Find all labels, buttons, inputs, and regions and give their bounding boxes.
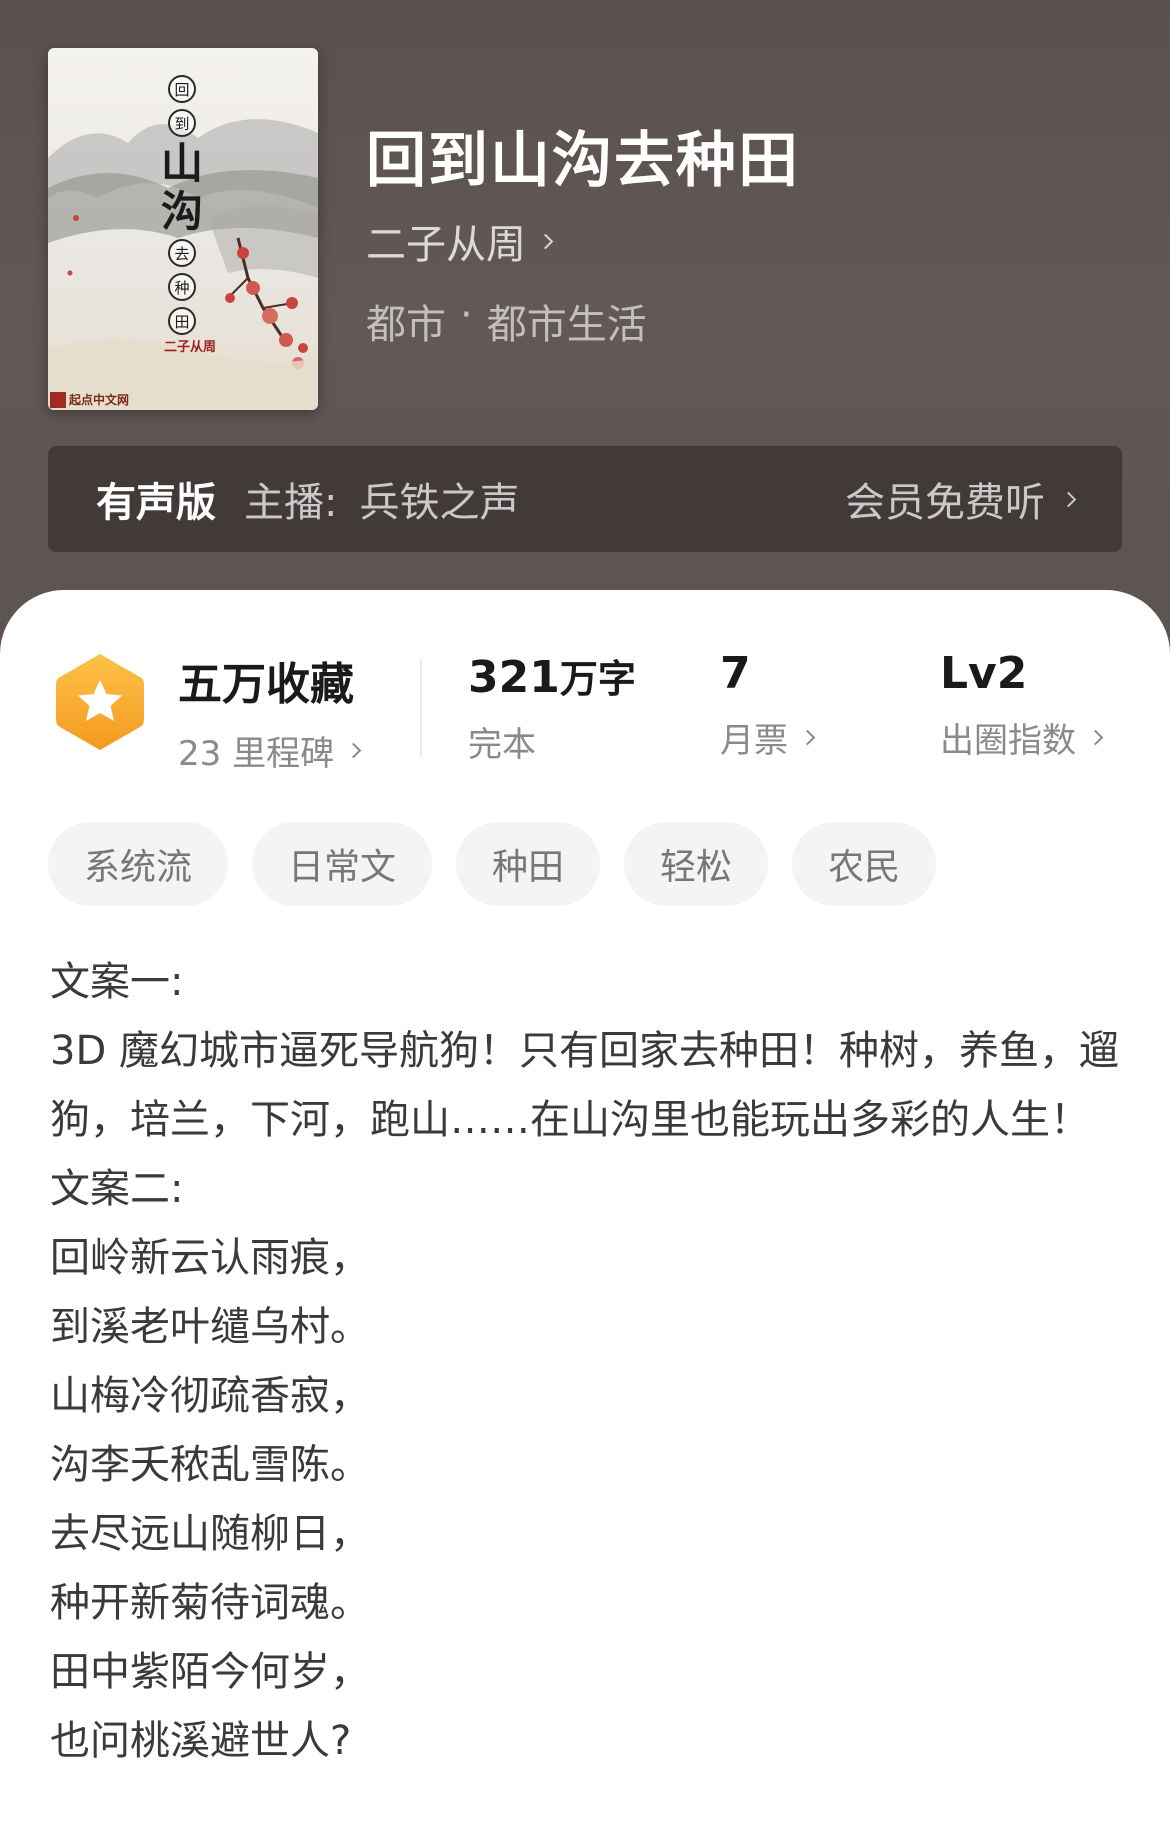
description-line: 田中紫陌今何岁， [50, 1649, 370, 1695]
tag-list: 系统流 日常文 种田 轻松 农民 [48, 822, 937, 906]
book-header: 回 到 山 沟 去 种 田 二子从周 起点中文网 回到山沟去种田 二子从周 都市… [0, 0, 1170, 640]
audio-host-label: 主播: [244, 480, 338, 526]
cover-char: 沟 [160, 187, 203, 236]
chevron-right-icon [1087, 729, 1104, 746]
description-line: 种开新菊待词魂。 [50, 1580, 370, 1626]
description-line: 回岭新云认雨痕， [50, 1235, 370, 1281]
chevron-right-icon [799, 729, 816, 746]
book-description[interactable]: 文案一: 3D 魔幻城市逼死导航狗！只有回家去种田！种树，养鱼，遛狗，培兰，下河… [50, 948, 1130, 1776]
subgenre[interactable]: 都市生活 [487, 292, 647, 350]
completion-status: 完本 [468, 717, 636, 766]
description-line: 沟李夭秾乱雪陈。 [50, 1442, 370, 1488]
description-line: 文案二: [50, 1166, 184, 1212]
cover-title: 回 到 山 沟 去 种 田 [160, 72, 204, 338]
word-count-stat: 321万字 完本 [468, 648, 636, 766]
author-name: 二子从周 [366, 222, 526, 268]
cover-char: 回 [168, 75, 196, 103]
word-count-number: 321 [468, 652, 560, 703]
cover-char: 田 [168, 307, 196, 335]
publisher-seal-icon [50, 391, 66, 408]
collections-count: 五万收藏 [178, 659, 354, 710]
level-label: 出圈指数 [940, 721, 1076, 761]
word-count-unit: 万字 [559, 657, 636, 701]
book-title: 回到山沟去种田 [366, 126, 800, 196]
cover-char: 到 [168, 109, 196, 137]
description-line: 也问桃溪避世人? [50, 1718, 352, 1764]
monthly-votes-link[interactable]: 月票 [720, 713, 816, 762]
genre-separator: · [460, 292, 473, 338]
monthly-votes-stat[interactable]: 7 月票 [720, 648, 816, 762]
tag[interactable]: 种田 [456, 822, 601, 906]
description-line: 文案一: [50, 959, 184, 1005]
description-line: 到溪老叶缱乌村。 [50, 1304, 370, 1350]
milestones-link[interactable]: 23 里程碑 [178, 726, 362, 775]
genre[interactable]: 都市 [366, 292, 446, 350]
chevron-right-icon [1060, 491, 1077, 507]
audio-label: 有声版 [96, 480, 216, 526]
cover-char: 种 [168, 273, 196, 301]
word-count: 321万字 [468, 648, 636, 703]
description-line: 3D 魔幻城市逼死导航狗！只有回家去种田！种树，养鱼，遛狗，培兰，下河，跑山……… [50, 1028, 1119, 1143]
status-label: 完本 [468, 725, 536, 765]
level-link[interactable]: 出圈指数 [940, 713, 1104, 762]
level-value: Lv2 [940, 648, 1028, 699]
star-badge-icon [52, 650, 148, 758]
description-line: 山梅冷彻疏香寂， [50, 1373, 370, 1419]
chevron-right-icon [537, 233, 554, 249]
milestones-label: 23 里程碑 [178, 734, 335, 774]
member-free-listen-button[interactable]: 会员免费听 [845, 470, 1077, 528]
audio-version-bar[interactable]: 有声版 主播: 兵铁之声 会员免费听 [48, 446, 1122, 552]
genre-row: 都市 · 都市生活 [366, 292, 647, 350]
stats-divider [420, 658, 422, 758]
cover-publisher: 起点中文网 [50, 391, 129, 408]
monthly-votes-count: 7 [720, 648, 751, 699]
cover-char: 山 [160, 139, 203, 188]
cover-author: 二子从周 [164, 340, 217, 355]
level-stat[interactable]: Lv2 出圈指数 [940, 648, 1104, 762]
author-link[interactable]: 二子从周 [366, 212, 554, 270]
audio-host-name: 兵铁之声 [359, 480, 520, 526]
monthly-votes-label: 月票 [720, 721, 788, 761]
tag[interactable]: 农民 [792, 822, 937, 906]
description-line: 去尽远山随柳日， [50, 1511, 370, 1557]
chevron-right-icon [345, 742, 362, 759]
book-detail-sheet: 五万收藏 23 里程碑 321万字 完本 7 月票 Lv2 出圈指数 系统流 日… [0, 590, 1170, 1834]
book-cover[interactable]: 回 到 山 沟 去 种 田 二子从周 起点中文网 [48, 48, 318, 410]
collections-stat[interactable]: 五万收藏 23 里程碑 [178, 648, 362, 775]
cover-char: 去 [168, 239, 196, 267]
tag[interactable]: 日常文 [252, 822, 433, 906]
tag[interactable]: 系统流 [48, 822, 229, 906]
member-free-listen-label: 会员免费听 [845, 480, 1045, 526]
cover-publisher-name: 起点中文网 [69, 393, 130, 407]
tag[interactable]: 轻松 [624, 822, 769, 906]
